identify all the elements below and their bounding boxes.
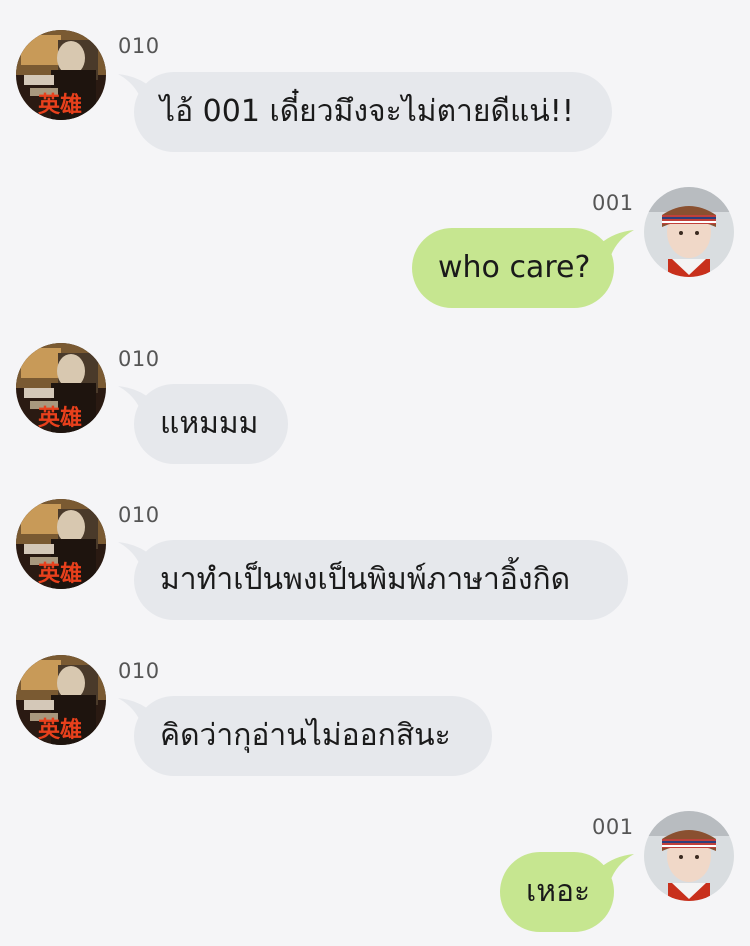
sender-name: 001 bbox=[592, 815, 634, 839]
message-bubble[interactable]: เหอะ bbox=[500, 852, 614, 932]
message-bubble[interactable]: who care? bbox=[412, 228, 614, 308]
poster-avatar-icon[interactable] bbox=[16, 499, 106, 589]
message-bubble[interactable]: แหมมม bbox=[134, 384, 288, 464]
sender-name: 001 bbox=[592, 191, 634, 215]
sender-name: 010 bbox=[118, 347, 160, 371]
poster-avatar-icon[interactable] bbox=[16, 30, 106, 120]
sender-name: 010 bbox=[118, 659, 160, 683]
headband-avatar-icon[interactable] bbox=[644, 187, 734, 277]
headband-avatar-icon[interactable] bbox=[644, 811, 734, 901]
poster-avatar-icon[interactable] bbox=[16, 343, 106, 433]
sender-name: 010 bbox=[118, 34, 160, 58]
message-bubble[interactable]: มาทำเป็นพงเป็นพิมพ์ภาษาอิ้งกิด bbox=[134, 540, 628, 620]
message-bubble[interactable]: คิดว่ากุอ่านไม่ออกสินะ bbox=[134, 696, 492, 776]
sender-name: 010 bbox=[118, 503, 160, 527]
message-bubble[interactable]: ไอ้ 001 เดี๋ยวมึงจะไม่ตายดีแน่!! bbox=[134, 72, 612, 152]
poster-avatar-icon[interactable] bbox=[16, 655, 106, 745]
